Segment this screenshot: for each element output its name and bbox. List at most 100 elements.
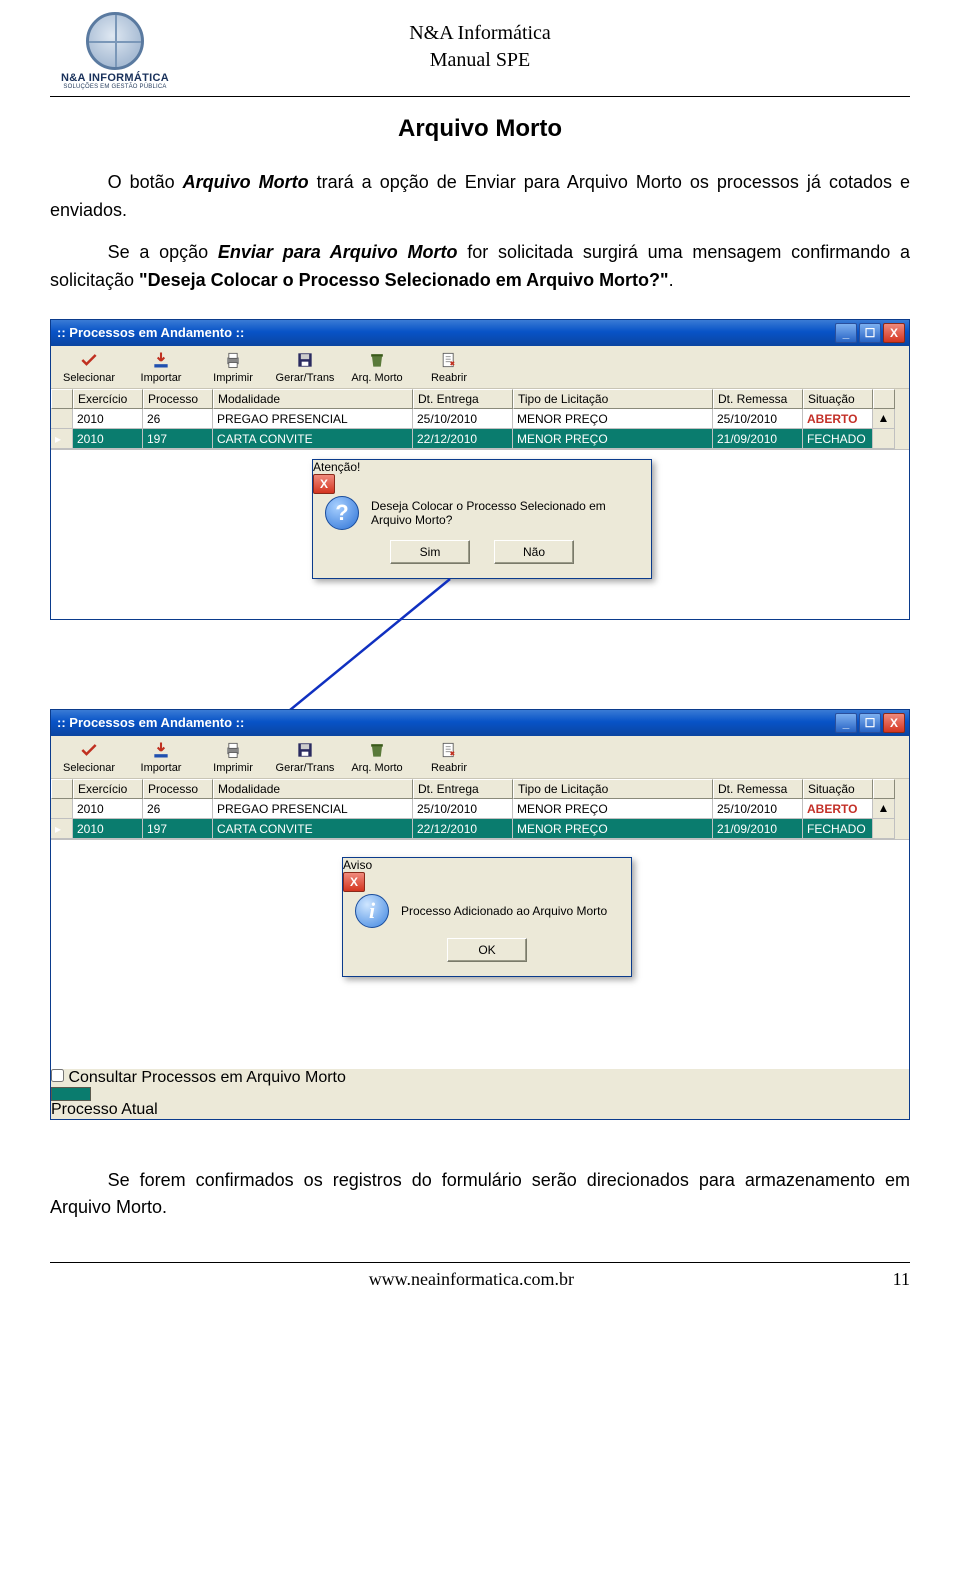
page-footer: www.neainformatica.com.br 11	[50, 1269, 910, 1298]
legend-swatch	[51, 1087, 91, 1101]
toolbar-btn-arq-morto[interactable]: Arq. Morto	[345, 349, 409, 384]
minimize-button[interactable]: _	[835, 323, 857, 343]
window-titlebar-2[interactable]: :: Processos em Andamento :: _ ☐ X	[51, 710, 909, 736]
p2-e: .	[669, 270, 674, 290]
confirm-yes-button[interactable]: Sim	[390, 540, 470, 564]
close-button[interactable]: X	[883, 323, 905, 343]
cell: ▸	[51, 429, 73, 449]
minimize-button-2[interactable]: _	[835, 713, 857, 733]
col-header[interactable]	[51, 779, 73, 799]
maximize-button-2[interactable]: ☐	[859, 713, 881, 733]
cell: 22/12/2010	[413, 819, 513, 839]
footer-page-number: 11	[893, 1269, 910, 1290]
cell: 26	[143, 409, 213, 429]
scroll-up-icon[interactable]	[873, 819, 895, 839]
col-header[interactable]	[51, 389, 73, 409]
col-header[interactable]: Situação	[803, 779, 873, 799]
info-dialog-text: Processo Adicionado ao Arquivo Morto	[401, 904, 607, 918]
scroll-up-icon[interactable]: ▲	[873, 799, 895, 819]
info-dialog-close[interactable]: X	[343, 872, 365, 892]
col-header[interactable]: Dt. Remessa	[713, 779, 803, 799]
toolbar-btn-imprimir[interactable]: Imprimir	[201, 349, 265, 384]
grid-header-2: ExercícioProcessoModalidadeDt. EntregaTi…	[51, 779, 909, 799]
p2-d: "Deseja Colocar o Processo Selecionado e…	[139, 270, 669, 290]
col-header[interactable]	[873, 389, 895, 409]
col-header[interactable]: Situação	[803, 389, 873, 409]
toolbar-1: SelecionarImportarImprimirGerar/TransArq…	[51, 346, 909, 389]
col-header[interactable]: Exercício	[73, 779, 143, 799]
window-title-1: :: Processos em Andamento ::	[57, 325, 835, 340]
cell: ABERTO	[803, 799, 873, 819]
reopen-icon	[436, 739, 462, 761]
globe-icon	[86, 12, 144, 70]
info-ok-button[interactable]: OK	[447, 938, 527, 962]
check-icon	[76, 349, 102, 371]
toolbar-btn-importar[interactable]: Importar	[129, 739, 193, 774]
cell	[51, 409, 73, 429]
scroll-up-icon[interactable]: ▲	[873, 409, 895, 429]
paragraph-1: O botão Arquivo Morto trará a opção de E…	[50, 169, 910, 225]
toolbar-btn-reabrir[interactable]: Reabrir	[417, 349, 481, 384]
cell: 2010	[73, 799, 143, 819]
p2-a: Se a opção	[108, 242, 218, 262]
confirm-dialog-close[interactable]: X	[313, 474, 335, 494]
table-row[interactable]: ▸2010197CARTA CONVITE22/12/2010MENOR PRE…	[51, 819, 909, 839]
toolbar-btn-gerar-trans[interactable]: Gerar/Trans	[273, 739, 337, 774]
trash-icon	[364, 349, 390, 371]
col-header[interactable]: Processo	[143, 779, 213, 799]
screenshot-stage-1: :: Processos em Andamento :: _ ☐ X Selec…	[50, 309, 910, 681]
cell: CARTA CONVITE	[213, 819, 413, 839]
table-row[interactable]: 201026PREGAO PRESENCIAL25/10/2010MENOR P…	[51, 409, 909, 429]
col-header[interactable]: Modalidade	[213, 389, 413, 409]
check-icon	[76, 739, 102, 761]
toolbar-btn-imprimir[interactable]: Imprimir	[201, 739, 265, 774]
cell: MENOR PREÇO	[513, 409, 713, 429]
toolbar-btn-selecionar[interactable]: Selecionar	[57, 739, 121, 774]
paragraph-3: Se forem confirmados os registros do for…	[50, 1167, 910, 1223]
info-dialog-titlebar[interactable]: Aviso X	[343, 858, 631, 882]
col-header[interactable]: Dt. Remessa	[713, 389, 803, 409]
toolbar-btn-gerar-trans[interactable]: Gerar/Trans	[273, 349, 337, 384]
maximize-button[interactable]: ☐	[859, 323, 881, 343]
legend-label: Processo Atual	[51, 1101, 158, 1118]
window-titlebar-1[interactable]: :: Processos em Andamento :: _ ☐ X	[51, 320, 909, 346]
cell: 21/09/2010	[713, 429, 803, 449]
p3-text: Se forem confirmados os registros do for…	[50, 1170, 910, 1218]
confirm-no-button[interactable]: Não	[494, 540, 574, 564]
col-header[interactable]: Modalidade	[213, 779, 413, 799]
col-header[interactable]: Dt. Entrega	[413, 779, 513, 799]
question-icon: ?	[325, 496, 359, 530]
col-header[interactable]: Tipo de Licitação	[513, 389, 713, 409]
col-header[interactable]: Processo	[143, 389, 213, 409]
col-header[interactable]: Exercício	[73, 389, 143, 409]
toolbar-btn-reabrir[interactable]: Reabrir	[417, 739, 481, 774]
trash-icon	[364, 739, 390, 761]
screenshot-stage-2: :: Processos em Andamento :: _ ☐ X Selec…	[50, 699, 910, 1139]
cell: 2010	[73, 409, 143, 429]
toolbar-btn-arq-morto[interactable]: Arq. Morto	[345, 739, 409, 774]
grid-header-1: ExercícioProcessoModalidadeDt. EntregaTi…	[51, 389, 909, 409]
cell: 25/10/2010	[713, 799, 803, 819]
cell: PREGAO PRESENCIAL	[213, 799, 413, 819]
brand-logo-block: N&A INFORMÁTICA SOLUÇÕES EM GESTÃO PÚBLI…	[50, 12, 180, 90]
close-button-2[interactable]: X	[883, 713, 905, 733]
table-row[interactable]: 201026PREGAO PRESENCIAL25/10/2010MENOR P…	[51, 799, 909, 819]
info-dialog-title: Aviso	[343, 858, 372, 872]
grid-rows-2: 201026PREGAO PRESENCIAL25/10/2010MENOR P…	[51, 799, 909, 839]
cell: 2010	[73, 429, 143, 449]
toolbar-btn-importar[interactable]: Importar	[129, 349, 193, 384]
col-header[interactable]	[873, 779, 895, 799]
col-header[interactable]: Tipo de Licitação	[513, 779, 713, 799]
table-row[interactable]: ▸2010197CARTA CONVITE22/12/2010MENOR PRE…	[51, 429, 909, 449]
cell: 21/09/2010	[713, 819, 803, 839]
confirm-dialog-text: Deseja Colocar o Processo Selecionado em…	[371, 499, 639, 527]
cell: MENOR PREÇO	[513, 819, 713, 839]
archive-filter-checkbox[interactable]	[51, 1069, 64, 1082]
col-header[interactable]: Dt. Entrega	[413, 389, 513, 409]
toolbar-btn-selecionar[interactable]: Selecionar	[57, 349, 121, 384]
scroll-up-icon[interactable]	[873, 429, 895, 449]
toolbar-2: SelecionarImportarImprimirGerar/TransArq…	[51, 736, 909, 779]
confirm-dialog-titlebar[interactable]: Atenção! X	[313, 460, 651, 484]
cell: 25/10/2010	[413, 799, 513, 819]
header-rule	[50, 96, 910, 97]
